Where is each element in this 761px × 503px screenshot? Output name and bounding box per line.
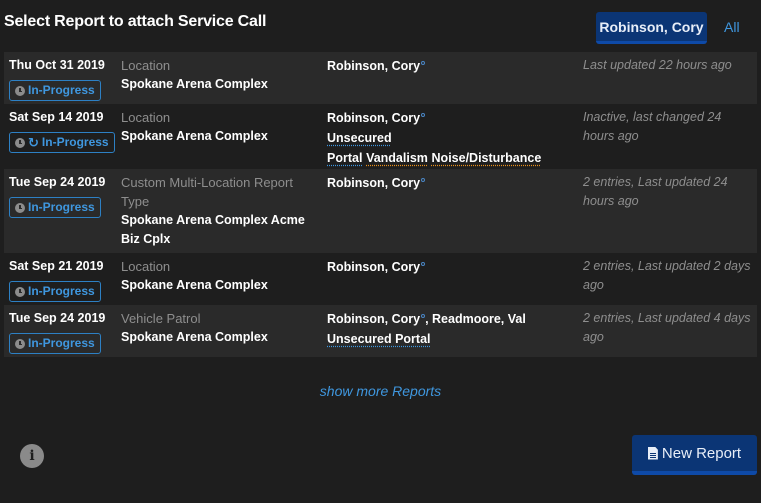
new-report-button[interactable]: New Report <box>632 435 757 475</box>
incident-tags: Unsecured Portal <box>327 329 577 349</box>
report-officer: Robinson, Cory <box>327 111 421 125</box>
report-date: Sat Sep 14 2019 <box>9 110 104 124</box>
filter-all-link[interactable]: All <box>724 19 740 35</box>
report-list: Thu Oct 31 2019 In-Progress Location Spo… <box>4 52 757 357</box>
report-status-text: Last updated 22 hours ago <box>583 58 732 72</box>
report-row[interactable]: Tue Sep 24 2019 In-Progress Vehicle Patr… <box>4 305 757 357</box>
online-indicator-icon <box>421 60 426 65</box>
report-date: Sat Sep 21 2019 <box>9 259 104 273</box>
info-icon[interactable]: i <box>20 444 44 468</box>
repeat-icon: ↻ <box>28 135 39 150</box>
report-type: Vehicle Patrol <box>121 311 201 326</box>
report-location: Spokane Arena Complex <box>121 129 268 143</box>
report-officer: Robinson, Cory <box>327 260 421 274</box>
online-indicator-icon <box>421 112 426 117</box>
report-status-text: 2 entries, Last updated 24 hours ago <box>583 175 728 208</box>
report-type: Location <box>121 259 171 274</box>
document-icon <box>647 446 658 460</box>
status-badge-label: In-Progress <box>28 284 95 298</box>
status-badge-label: In-Progress <box>28 83 95 97</box>
clock-icon <box>15 286 25 297</box>
report-officer: Robinson, Cory <box>327 176 421 190</box>
clock-icon <box>15 202 25 213</box>
report-location: Spokane Arena Complex <box>121 330 268 344</box>
report-officer-extra: , Readmoore, Val <box>425 312 526 326</box>
status-badge: ↻ In-Progress <box>9 132 115 153</box>
report-row[interactable]: Thu Oct 31 2019 In-Progress Location Spo… <box>4 52 757 104</box>
clock-icon <box>15 338 25 349</box>
report-type: Location <box>121 58 171 73</box>
report-officer: Robinson, Cory <box>327 312 421 326</box>
report-row[interactable]: Sat Sep 21 2019 In-Progress Location Spo… <box>4 253 757 305</box>
status-badge: In-Progress <box>9 80 101 101</box>
report-location: Spokane Arena Complex <box>121 278 268 292</box>
status-badge-label: In-Progress <box>28 200 95 214</box>
incident-tag[interactable]: Portal <box>327 151 362 165</box>
page-title: Select Report to attach Service Call <box>4 13 267 30</box>
status-badge: In-Progress <box>9 333 101 354</box>
report-date: Tue Sep 24 2019 <box>9 175 106 189</box>
online-indicator-icon <box>421 261 426 266</box>
report-status-text: 2 entries, Last updated 2 days ago <box>583 259 751 292</box>
report-row[interactable]: Tue Sep 24 2019 In-Progress Custom Multi… <box>4 169 757 253</box>
status-badge-label: In-Progress <box>41 135 109 149</box>
report-type: Custom Multi-Location Report Type <box>121 175 293 209</box>
clock-icon <box>15 85 25 96</box>
report-status-text: 2 entries, Last updated 4 days ago <box>583 311 751 344</box>
clock-icon <box>15 137 25 148</box>
incident-tag[interactable]: Noise/Disturbance <box>432 151 542 165</box>
status-badge: In-Progress <box>9 197 101 218</box>
incident-tags: Unsecured Portal Vandalism Noise/Disturba… <box>327 128 577 168</box>
online-indicator-icon <box>421 177 426 182</box>
incident-tag[interactable]: Vandalism <box>366 151 428 165</box>
report-row[interactable]: Sat Sep 14 2019 ↻ In-Progress Location S… <box>4 104 757 169</box>
report-date: Tue Sep 24 2019 <box>9 311 106 325</box>
report-date: Thu Oct 31 2019 <box>9 58 105 72</box>
filter-my-reports-button[interactable]: Robinson, Cory <box>596 12 707 44</box>
incident-tag[interactable]: Unsecured Portal <box>327 332 431 346</box>
show-more-reports-link[interactable]: show more Reports <box>0 383 761 399</box>
incident-tag[interactable]: Unsecured <box>327 131 392 145</box>
report-location: Spokane Arena Complex <box>121 77 268 91</box>
status-badge-label: In-Progress <box>28 336 95 350</box>
report-location: Spokane Arena Complex Acme Biz Cplx <box>121 213 305 246</box>
status-badge: In-Progress <box>9 281 101 302</box>
report-status-text: Inactive, last changed 24 hours ago <box>583 110 722 143</box>
report-type: Location <box>121 110 171 125</box>
new-report-label: New Report <box>661 444 742 462</box>
report-officer: Robinson, Cory <box>327 59 421 73</box>
